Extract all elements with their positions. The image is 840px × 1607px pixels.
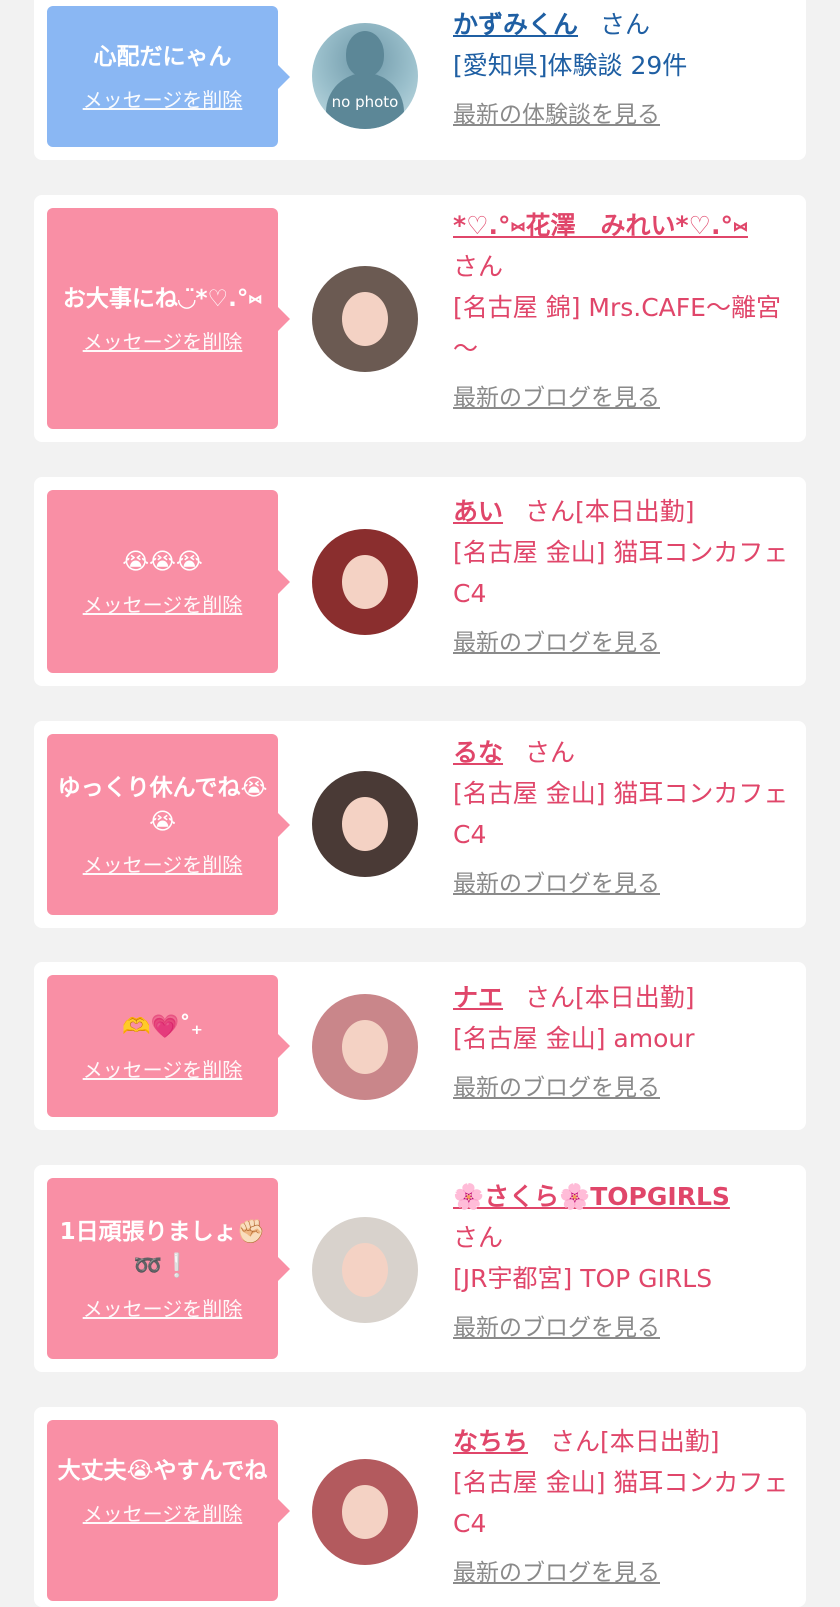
delete-message-link[interactable]: メッセージを削除 — [83, 849, 243, 878]
latest-blog-link[interactable]: 最新のブログを見る — [453, 869, 793, 899]
profile-info: なちち さん[本日出勤] [名古屋 金山] 猫耳コンカフェ C4 最新のブログを見… — [453, 1421, 793, 1588]
latest-blog-link[interactable]: 最新のブログを見る — [453, 383, 793, 413]
message-text: 😭😭😭 — [122, 549, 203, 575]
message-text: 🫶💗˚₊ — [122, 1013, 203, 1040]
profile-info: るな さん [名古屋 金山] 猫耳コンカフェ C4 最新のブログを見る — [453, 732, 793, 899]
message-text: 1日頑張りましょ✊🏻➿❕ — [59, 1219, 266, 1279]
delete-message-link[interactable]: メッセージを削除 — [83, 326, 243, 355]
message-bubble: 大丈夫😭やすんでね メッセージを削除 — [47, 1420, 290, 1601]
work-status: [本日出勤] — [575, 497, 695, 526]
honorific: さん — [525, 983, 576, 1012]
message-text: 大丈夫😭やすんでね — [57, 1458, 268, 1484]
work-status: [本日出勤] — [575, 983, 695, 1012]
message-text: 心配だにゃん — [93, 44, 232, 70]
latest-blog-link[interactable]: 最新のブログを見る — [453, 628, 793, 658]
work-status: [本日出勤] — [600, 1427, 720, 1456]
delete-message-link[interactable]: メッセージを削除 — [83, 1293, 243, 1322]
message-card: 大丈夫😭やすんでね メッセージを削除 なちち さん[本日出勤] [名古屋 金山] … — [34, 1407, 806, 1607]
delete-message-link[interactable]: メッセージを削除 — [83, 84, 243, 113]
profile-name-link[interactable]: 🌸さくら🌸TOPGIRLS — [453, 1182, 730, 1211]
message-bubble: お大事にね◡̈*♡.°⑅ メッセージを削除 — [47, 208, 290, 429]
shop-info: [JR宇都宮] TOP GIRLS — [453, 1264, 713, 1293]
avatar[interactable] — [312, 1217, 418, 1323]
message-bubble: 🫶💗˚₊ メッセージを削除 — [47, 975, 290, 1117]
avatar[interactable] — [312, 529, 418, 635]
avatar[interactable] — [312, 266, 418, 372]
profile-info: *♡.°⑅花澤 みれい*♡.°⑅ さん [名古屋 錦] Mrs.CAFE～離宮～ … — [453, 205, 793, 413]
profile-info: ナエ さん[本日出勤] [名古屋 金山] amour 最新のブログを見る — [453, 977, 793, 1103]
honorific: さん — [525, 738, 576, 767]
message-card: お大事にね◡̈*♡.°⑅ メッセージを削除 *♡.°⑅花澤 みれい*♡.°⑅ さん… — [34, 195, 806, 442]
message-card: ゆっくり休んでね😭😭 メッセージを削除 るな さん [名古屋 金山] 猫耳コンカフ… — [34, 721, 806, 928]
avatar[interactable]: no photo — [312, 23, 418, 129]
profile-name-link[interactable]: なちち — [453, 1427, 528, 1456]
profile-name-link[interactable]: かずみくん — [453, 10, 578, 39]
profile-info: 🌸さくら🌸TOPGIRLS さん [JR宇都宮] TOP GIRLS 最新のブログ… — [453, 1176, 793, 1343]
message-bubble: 😭😭😭 メッセージを削除 — [47, 490, 290, 673]
latest-blog-link[interactable]: 最新のブログを見る — [453, 1073, 793, 1103]
delete-message-link[interactable]: メッセージを削除 — [83, 1498, 243, 1527]
shop-info: [名古屋 金山] 猫耳コンカフェ C4 — [453, 1468, 789, 1538]
profile-name-link[interactable]: あい — [453, 497, 503, 526]
shop-info: [名古屋 金山] 猫耳コンカフェ C4 — [453, 779, 789, 849]
message-card: 🫶💗˚₊ メッセージを削除 ナエ さん[本日出勤] [名古屋 金山] amour … — [34, 962, 806, 1130]
honorific: さん — [550, 1427, 601, 1456]
no-photo-label: no photo — [331, 93, 399, 111]
message-bubble: 1日頑張りましょ✊🏻➿❕ メッセージを削除 — [47, 1178, 290, 1359]
avatar[interactable] — [312, 771, 418, 877]
profile-name-link[interactable]: ナエ — [453, 983, 503, 1012]
profile-info: あい さん[本日出勤] [名古屋 金山] 猫耳コンカフェ C4 最新のブログを見る — [453, 491, 793, 658]
message-bubble: 心配だにゃん メッセージを削除 — [47, 6, 290, 147]
avatar[interactable] — [312, 994, 418, 1100]
shop-info: [名古屋 金山] amour — [453, 1024, 695, 1053]
honorific: さん — [525, 497, 576, 526]
shop-info: [愛知県]体験談 29件 — [453, 51, 688, 80]
delete-message-link[interactable]: メッセージを削除 — [83, 589, 243, 618]
profile-name-link[interactable]: るな — [453, 738, 503, 767]
profile-info: かずみくん さん [愛知県]体験談 29件 最新の体験談を見る — [453, 4, 793, 130]
delete-message-link[interactable]: メッセージを削除 — [83, 1054, 243, 1083]
message-text: お大事にね◡̈*♡.°⑅ — [62, 286, 263, 312]
latest-blog-link[interactable]: 最新のブログを見る — [453, 1313, 793, 1343]
latest-reviews-link[interactable]: 最新の体験談を見る — [453, 100, 793, 130]
message-card: 1日頑張りましょ✊🏻➿❕ メッセージを削除 🌸さくら🌸TOPGIRLS さん [J… — [34, 1165, 806, 1372]
message-bubble: ゆっくり休んでね😭😭 メッセージを削除 — [47, 734, 290, 915]
message-text: ゆっくり休んでね😭😭 — [57, 775, 268, 835]
honorific: さん — [453, 1223, 504, 1252]
avatar[interactable] — [312, 1459, 418, 1565]
shop-info: [名古屋 金山] 猫耳コンカフェ C4 — [453, 538, 789, 608]
honorific: さん — [600, 10, 651, 39]
latest-blog-link[interactable]: 最新のブログを見る — [453, 1558, 793, 1588]
message-card: 😭😭😭 メッセージを削除 あい さん[本日出勤] [名古屋 金山] 猫耳コンカフェ… — [34, 477, 806, 686]
profile-name-link[interactable]: *♡.°⑅花澤 みれい*♡.°⑅ — [453, 211, 748, 240]
shop-info: [名古屋 錦] Mrs.CAFE～離宮～ — [453, 293, 781, 363]
silhouette-icon — [346, 31, 384, 77]
honorific: さん — [453, 252, 504, 281]
message-card: 心配だにゃん メッセージを削除 no photo かずみくん さん [愛知県]体験… — [34, 0, 806, 160]
